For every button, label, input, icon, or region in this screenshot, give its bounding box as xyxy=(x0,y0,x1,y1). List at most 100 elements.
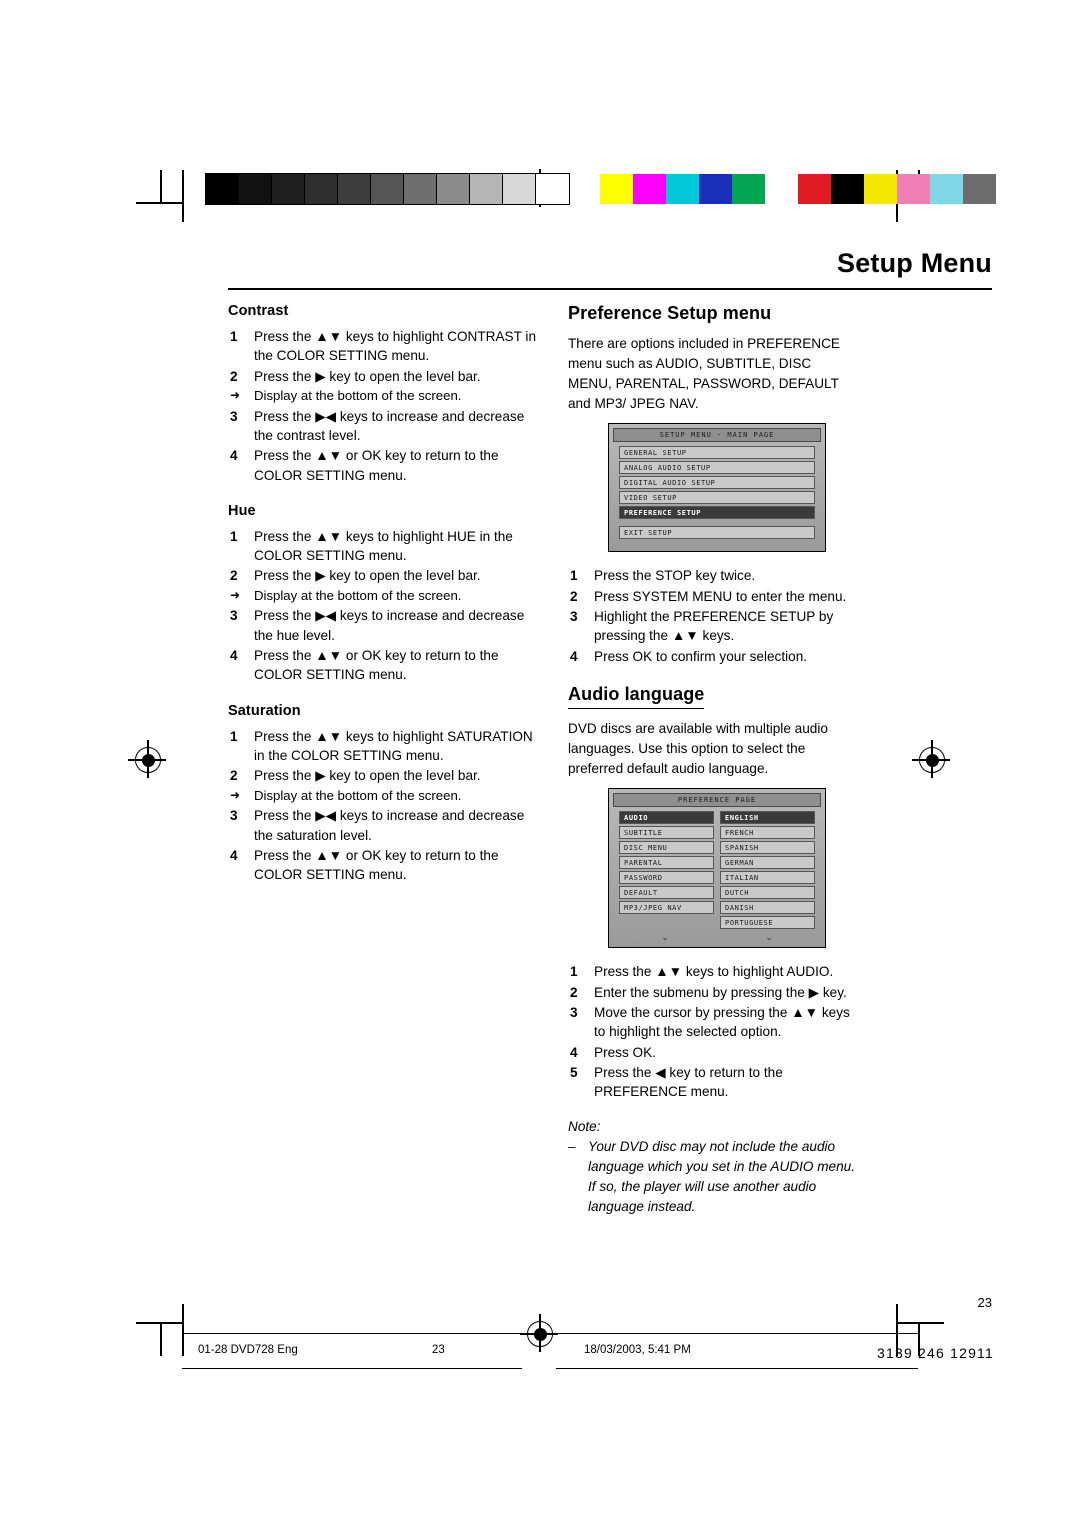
step-item: 4 Press the ▲▼ or OK key to return to the… xyxy=(228,846,538,885)
footer-divider-left-2 xyxy=(182,1368,522,1369)
color-swatch xyxy=(469,173,504,205)
page-title: Setup Menu xyxy=(837,248,992,278)
step-number: 5 xyxy=(570,1064,578,1080)
osd-setup-main-page: SETUP MENU - MAIN PAGE GENERAL SETUP ANA… xyxy=(608,423,826,553)
step-number: 3 xyxy=(570,608,578,624)
right-column: Preference Setup menu There are options … xyxy=(568,303,858,1217)
heading-audio-language: Audio language xyxy=(568,684,858,709)
arrow-icon: ➜ xyxy=(230,587,241,602)
step-text: Press the ◀ key to return to the PREFERE… xyxy=(594,1064,783,1100)
osd-row-english[interactable]: ENGLISH xyxy=(720,811,815,825)
step-item: 2 Press the ▶ key to open the level bar. xyxy=(228,766,538,785)
osd-row-preference-setup[interactable]: PREFERENCE SETUP xyxy=(619,506,815,520)
registration-mark-left xyxy=(128,740,166,778)
osd-row-exit-setup[interactable]: EXIT SETUP xyxy=(619,526,815,540)
step-note-text: Display at the bottom of the screen. xyxy=(254,387,462,403)
color-swatch xyxy=(798,174,831,204)
step-note: ➜ Display at the bottom of the screen. xyxy=(228,387,538,406)
heading-contrast: Contrast xyxy=(228,303,289,319)
page-number: 23 xyxy=(977,1295,992,1310)
step-number: 2 xyxy=(230,368,238,384)
note-text: Your DVD disc may not include the audio … xyxy=(588,1139,855,1214)
step-item: 3 Move the cursor by pressing the ▲▼ keys… xyxy=(568,1003,858,1042)
scroll-down-left-icon[interactable]: ⌄ xyxy=(661,933,669,942)
step-item: 3 Press the ▶◀ keys to increase and decre… xyxy=(228,606,538,645)
step-number: 1 xyxy=(570,568,578,584)
step-text: Press the ▶ key to open the level bar. xyxy=(254,368,481,384)
osd-row-digital-audio-setup[interactable]: DIGITAL AUDIO SETUP xyxy=(619,476,815,490)
heading-hue: Hue xyxy=(228,502,256,519)
osd-title: SETUP MENU - MAIN PAGE xyxy=(613,428,821,443)
step-text: Press the ▲▼ keys to highlight AUDIO. xyxy=(594,964,834,980)
osd-row-danish[interactable]: DANISH xyxy=(720,901,815,915)
crop-mark-top-left-v2 xyxy=(182,170,184,222)
color-swatch xyxy=(831,174,864,204)
document-number: 3139 246 12911 xyxy=(877,1345,994,1361)
osd-row-audio[interactable]: AUDIO xyxy=(619,811,714,825)
note-label: Note: xyxy=(568,1119,601,1135)
color-swatch xyxy=(633,174,666,204)
chroma-color-bars xyxy=(600,174,996,204)
osd-row-parental[interactable]: PARENTAL xyxy=(619,856,714,870)
step-text: Press the ▲▼ or OK key to return to the … xyxy=(254,847,499,883)
osd-row-disc-menu[interactable]: DISC MENU xyxy=(619,841,714,855)
color-swatch xyxy=(535,173,570,205)
step-item: 3 Press the ▶◀ keys to increase and decre… xyxy=(228,806,538,845)
osd-row-spanish[interactable]: SPANISH xyxy=(720,841,815,855)
osd-row-general-setup[interactable]: GENERAL SETUP xyxy=(619,446,815,460)
footer-filename: 01-28 DVD728 Eng xyxy=(198,1344,298,1356)
title-divider xyxy=(228,288,992,290)
osd-row-french[interactable]: FRENCH xyxy=(720,826,815,840)
registration-mark-right xyxy=(912,740,950,778)
color-swatch xyxy=(699,174,732,204)
crop-mark-bottom-left-v2 xyxy=(182,1304,184,1356)
step-note-text: Display at the bottom of the screen. xyxy=(254,787,462,803)
arrow-icon: ➜ xyxy=(230,387,241,402)
step-item: 1 Press the ▲▼ keys to highlight SATURATI… xyxy=(228,727,538,766)
osd-row-italian[interactable]: ITALIAN xyxy=(720,871,815,885)
step-item: 2 Press the ▶ key to open the level bar. xyxy=(228,367,538,386)
step-note: ➜ Display at the bottom of the screen. xyxy=(228,587,538,606)
step-text: Press the ▲▼ keys to highlight HUE in th… xyxy=(254,528,513,564)
osd-row-german[interactable]: GERMAN xyxy=(720,856,815,870)
color-swatch xyxy=(337,173,372,205)
step-text: Highlight the PREFERENCE SETUP by pressi… xyxy=(594,608,834,644)
osd-row-portuguese[interactable]: PORTUGUESE xyxy=(720,916,815,930)
osd-row-mp3-jpeg-nav[interactable]: MP3/JPEG NAV xyxy=(619,901,714,915)
step-text: Press the ▶◀ keys to increase and decrea… xyxy=(254,808,525,843)
color-swatch xyxy=(502,173,537,205)
steps-hue: 1 Press the ▲▼ keys to highlight HUE in t… xyxy=(228,527,538,685)
osd-body: GENERAL SETUP ANALOG AUDIO SETUP DIGITAL… xyxy=(613,442,821,547)
step-number: 2 xyxy=(570,984,578,1000)
osd-preference-page: PREFERENCE PAGE AUDIO SUBTITLE DISC MENU… xyxy=(608,788,826,949)
step-number: 3 xyxy=(230,408,238,424)
step-text: Press SYSTEM MENU to enter the menu. xyxy=(594,588,847,604)
osd-row-password[interactable]: PASSWORD xyxy=(619,871,714,885)
step-number: 1 xyxy=(570,964,578,980)
preference-intro: There are options included in PREFERENCE… xyxy=(568,336,841,411)
registration-mark-bottom xyxy=(520,1314,558,1352)
color-swatch xyxy=(864,174,897,204)
step-text: Press the ▶ key to open the level bar. xyxy=(254,568,481,584)
scroll-down-right-icon[interactable]: ⌄ xyxy=(765,933,773,942)
footer-divider-right xyxy=(556,1333,918,1334)
color-swatch xyxy=(370,173,405,205)
footer-timestamp: 18/03/2003, 5:41 PM xyxy=(584,1344,691,1356)
audio-language-intro: DVD discs are available with multiple au… xyxy=(568,720,828,776)
step-number: 4 xyxy=(570,648,578,664)
step-text: Press OK. xyxy=(594,1044,656,1060)
osd-row-analog-audio-setup[interactable]: ANALOG AUDIO SETUP xyxy=(619,461,815,475)
osd-row-subtitle[interactable]: SUBTITLE xyxy=(619,826,714,840)
osd-row-video-setup[interactable]: VIDEO SETUP xyxy=(619,491,815,505)
osd-right-column: ENGLISH FRENCH SPANISH GERMAN ITALIAN DU… xyxy=(720,811,815,931)
color-swatch xyxy=(436,173,471,205)
footer-divider-right-2 xyxy=(556,1368,918,1369)
step-number: 1 xyxy=(230,528,238,544)
osd-row-default[interactable]: DEFAULT xyxy=(619,886,714,900)
color-swatch xyxy=(732,174,765,204)
step-number: 4 xyxy=(230,648,238,664)
steps-preference-setup: 1 Press the STOP key twice. 2 Press SYSTEM… xyxy=(568,566,858,665)
osd-row-dutch[interactable]: DUTCH xyxy=(720,886,815,900)
step-item: 3 Highlight the PREFERENCE SETUP by press… xyxy=(568,607,858,646)
step-item: 2 Press SYSTEM MENU to enter the menu. xyxy=(568,587,858,606)
